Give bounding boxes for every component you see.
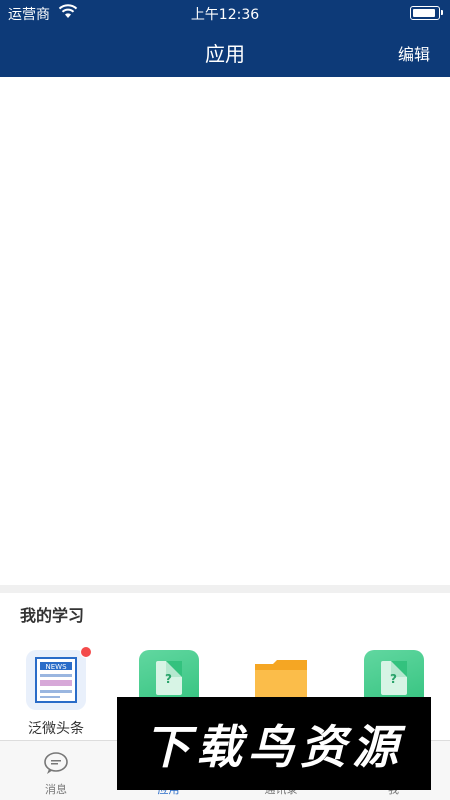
app-item[interactable]: ? 小e助手 xyxy=(225,261,337,373)
app-screen: 运营商 上午12:36 应用 编辑 ? 客户? 外勤签到? 项目? 客服? 任务 必达? 工作… xyxy=(0,0,450,800)
app-item[interactable]: ? 客服运维 xyxy=(338,261,450,373)
folder-check-icon xyxy=(139,374,199,434)
app-label: 任务 xyxy=(42,219,70,235)
app-label: 泛微头条 xyxy=(28,721,84,737)
section-title-learning: 我的学习 xyxy=(20,606,85,625)
app-label: 契约锁项目 xyxy=(133,558,204,574)
watermark-logo: 下载鸟资源 xyxy=(117,697,431,790)
app-item[interactable]: 必达 xyxy=(113,148,225,260)
chat-icon xyxy=(43,751,69,775)
app-label: 客服 xyxy=(379,106,408,122)
tab-label: 消息 xyxy=(45,783,67,796)
app-label: 我的请求 xyxy=(253,445,309,461)
app-icon: ? xyxy=(364,261,424,321)
page-title: 应用 xyxy=(205,42,245,66)
app-label: 应用库e9 xyxy=(363,445,424,461)
app-item[interactable]: 原生客户 xyxy=(113,261,225,373)
app-icon: ? xyxy=(139,487,199,547)
done-doc-icon xyxy=(26,374,86,434)
doc-pencil-icon xyxy=(251,374,311,434)
watermark-text: 下载鸟资源 xyxy=(144,719,404,774)
app-label: 工作微博 xyxy=(253,219,309,235)
app-icon: ? xyxy=(26,148,86,208)
app-label: 原生会议 xyxy=(28,332,84,348)
app-icon: ? xyxy=(251,261,311,321)
app-item[interactable]: 我的请求 xyxy=(225,374,337,486)
app-item[interactable]: 原生会议 xyxy=(0,261,112,373)
person-icon xyxy=(139,261,199,321)
app-label: 客服运维 xyxy=(365,332,422,348)
app-label: 日程 xyxy=(379,219,408,235)
battery-icon xyxy=(410,6,443,20)
app-label: 小e助手 xyxy=(255,332,307,348)
app-item[interactable]: ? 应用库 xyxy=(0,487,112,599)
battery-level xyxy=(413,9,435,17)
app-label: 应用库 xyxy=(35,558,77,574)
app-item[interactable]: ? 应用库e9 xyxy=(338,374,450,486)
app-item[interactable]: ? 契约锁项目 xyxy=(113,487,225,599)
status-time: 上午12:36 xyxy=(190,7,260,23)
svg-text:NEWS: NEWS xyxy=(45,663,67,671)
app-icon: ? xyxy=(364,374,424,434)
notification-badge xyxy=(80,646,92,658)
app-label: 原生客户 xyxy=(140,332,197,348)
notification-badge xyxy=(305,370,317,382)
app-item[interactable]: 办结 xyxy=(113,374,225,486)
tab-chat[interactable]: 消息 xyxy=(0,741,112,800)
section-divider xyxy=(0,585,450,593)
app-label: 外勤签到 xyxy=(140,106,197,122)
app-item[interactable]: ? 日程 xyxy=(338,148,450,260)
app-item[interactable]: ? 任务 xyxy=(0,148,112,260)
news-icon: NEWS xyxy=(26,650,86,710)
app-icon: ? xyxy=(251,148,311,208)
app-item[interactable]: 已办 xyxy=(0,374,112,486)
app-label: 项目 xyxy=(267,106,295,122)
app-label: 客户 xyxy=(42,106,70,122)
app-label: 办结 xyxy=(154,445,183,461)
pushpin-icon xyxy=(139,148,199,208)
app-icon: ? xyxy=(26,487,86,547)
edit-button[interactable]: 编辑 xyxy=(398,41,430,65)
app-icon: ? xyxy=(364,148,424,208)
people-icon xyxy=(26,261,86,321)
top-bar: 运营商 上午12:36 应用 编辑 xyxy=(0,0,450,77)
status-bar: 运营商 上午12:36 xyxy=(0,0,450,26)
app-label: 已办 xyxy=(42,445,70,461)
app-item[interactable]: ? 工作微博 xyxy=(225,148,337,260)
app-label: 必达 xyxy=(154,219,183,235)
